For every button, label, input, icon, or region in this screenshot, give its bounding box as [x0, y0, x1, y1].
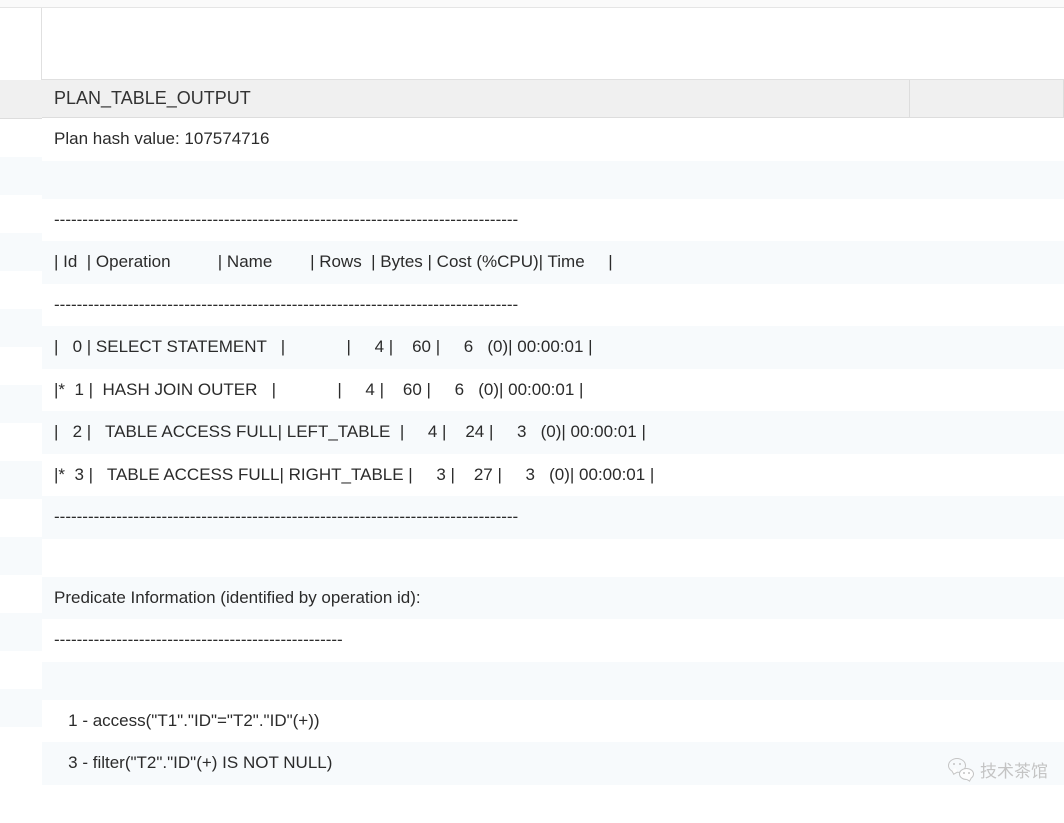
watermark: 技术茶馆 [948, 756, 1048, 782]
gutter-cell [0, 651, 42, 689]
gutter-cell [0, 423, 42, 461]
results-grid: PLAN_TABLE_OUTPUT Plan hash value: 10757… [0, 80, 1064, 823]
gutter-header-cell [0, 80, 42, 119]
gutter-cell [0, 385, 42, 423]
column-header-row[interactable]: PLAN_TABLE_OUTPUT [42, 80, 1064, 118]
top-border [0, 0, 1064, 8]
plan-output-row[interactable]: ----------------------------------------… [42, 284, 1064, 327]
wechat-icon [948, 756, 974, 782]
gutter-cell [0, 195, 42, 233]
gutter-cell [0, 461, 42, 499]
plan-output-row[interactable]: |* 1 | HASH JOIN OUTER | | 4 | 60 | 6 (0… [42, 369, 1064, 412]
column-header-label: PLAN_TABLE_OUTPUT [54, 88, 909, 109]
gutter-cell [0, 233, 42, 271]
watermark-text: 技术茶馆 [980, 757, 1048, 782]
plan-output-row[interactable]: 1 - access("T1"."ID"="T2"."ID"(+)) [42, 700, 1064, 743]
plan-output-row[interactable]: ----------------------------------------… [42, 619, 1064, 662]
plan-output-row[interactable]: 3 - filter("T2"."ID"(+) IS NOT NULL) [42, 742, 1064, 785]
gutter-cell [0, 271, 42, 309]
plan-output-row[interactable] [42, 662, 1064, 700]
gutter-cell [0, 119, 42, 157]
plan-output-row[interactable] [42, 539, 1064, 577]
gutter-cell [0, 157, 42, 195]
content-column: PLAN_TABLE_OUTPUT Plan hash value: 10757… [42, 80, 1064, 823]
gutter-cell [0, 613, 42, 651]
gutter-cell [0, 309, 42, 347]
gutter-cell [0, 537, 42, 575]
plan-output-row[interactable]: | 2 | TABLE ACCESS FULL| LEFT_TABLE | 4 … [42, 411, 1064, 454]
plan-output-row[interactable]: | Id | Operation | Name | Rows | Bytes |… [42, 241, 1064, 284]
gutter-cell [0, 727, 42, 765]
row-gutter-column [0, 80, 42, 823]
plan-output-row[interactable]: |* 3 | TABLE ACCESS FULL| RIGHT_TABLE | … [42, 454, 1064, 497]
plan-output-row[interactable] [42, 161, 1064, 199]
gutter-cell [0, 347, 42, 385]
top-spacer [42, 8, 1064, 80]
plan-output-row[interactable]: Plan hash value: 107574716 [42, 118, 1064, 161]
plan-output-row[interactable]: ----------------------------------------… [42, 199, 1064, 242]
gutter-cell [0, 499, 42, 537]
left-gutter-top [0, 8, 42, 80]
gutter-cell [0, 575, 42, 613]
plan-output-row[interactable]: Predicate Information (identified by ope… [42, 577, 1064, 620]
column-header-spacer [909, 80, 1063, 117]
plan-output-row[interactable]: | 0 | SELECT STATEMENT | | 4 | 60 | 6 (0… [42, 326, 1064, 369]
gutter-cell [0, 689, 42, 727]
plan-output-row[interactable] [42, 785, 1064, 823]
plan-output-row[interactable]: ----------------------------------------… [42, 496, 1064, 539]
